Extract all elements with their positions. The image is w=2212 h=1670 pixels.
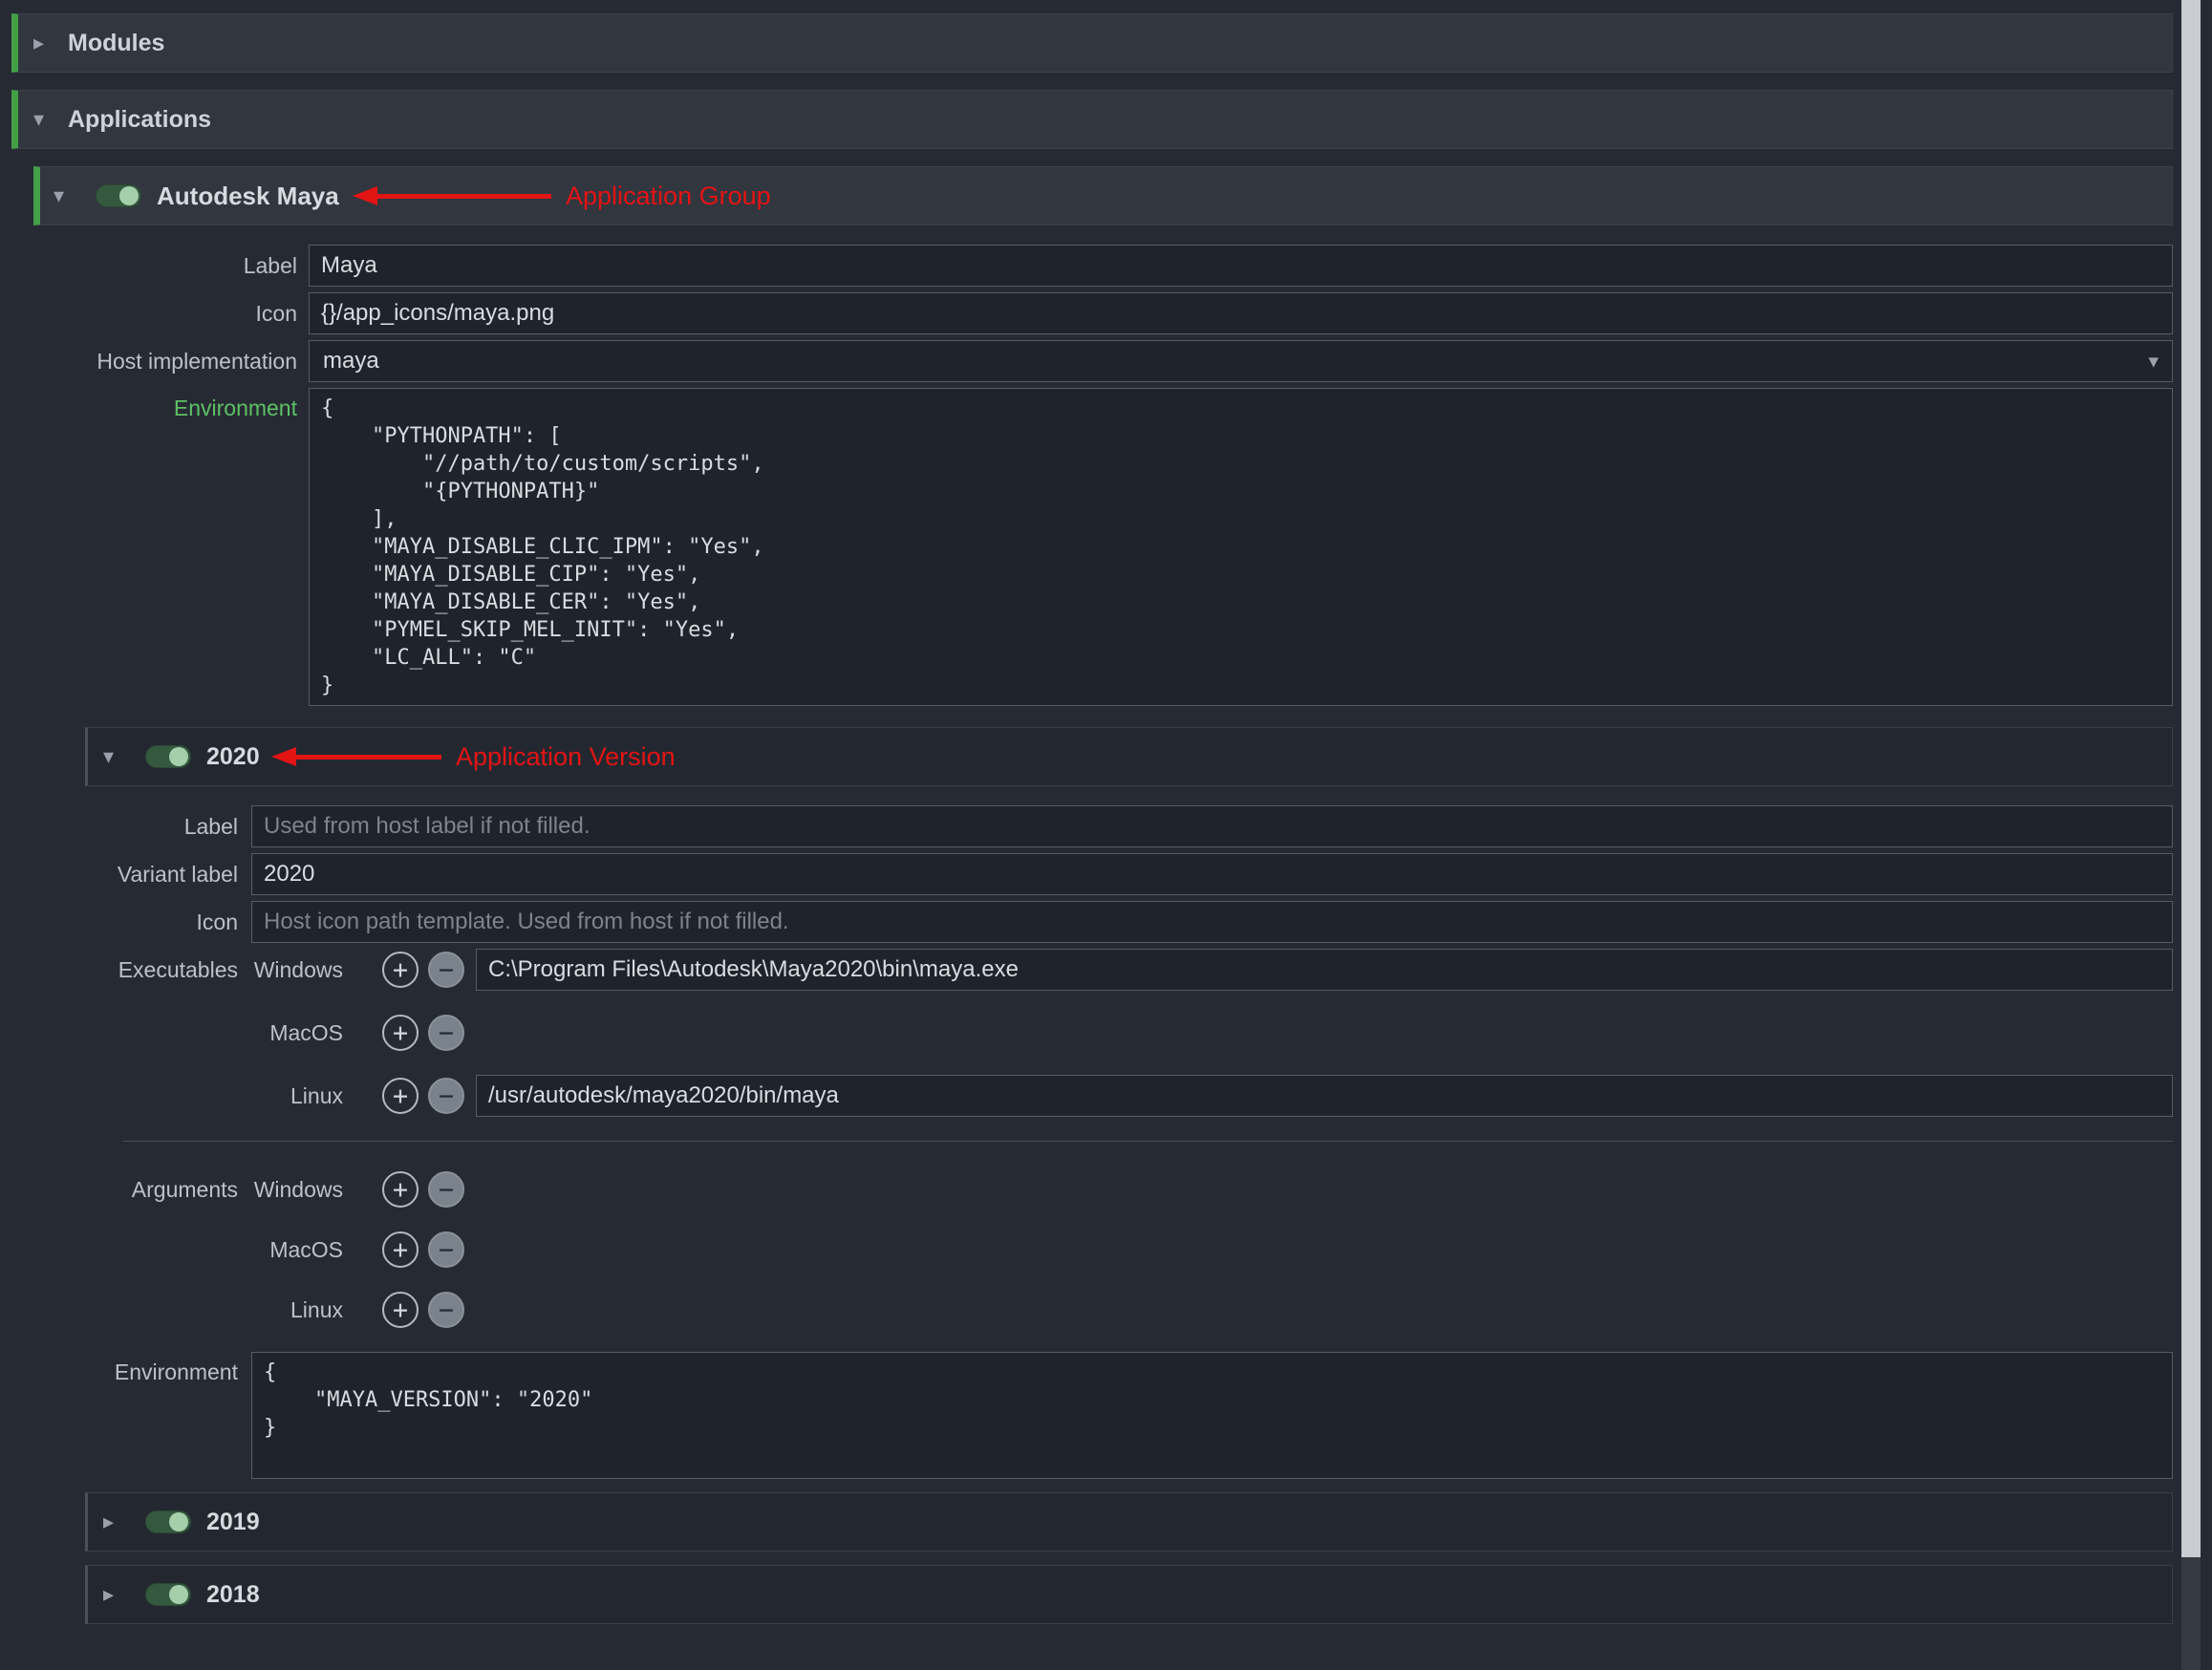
version-2020-enabled-toggle[interactable]: [145, 745, 191, 768]
maya-group-enabled-toggle[interactable]: [96, 184, 141, 207]
remove-item-button[interactable]: −: [428, 952, 464, 988]
remove-item-button[interactable]: −: [428, 1171, 464, 1208]
host-implementation-value: maya: [323, 348, 379, 375]
add-item-button[interactable]: +: [382, 1015, 419, 1051]
version-2020-header[interactable]: ▾ 2020 Application Version: [85, 727, 2173, 786]
arguments-windows-row: Arguments Windows + −: [85, 1171, 2173, 1208]
add-item-button[interactable]: +: [382, 1078, 419, 1114]
version-2020: ▾ 2020 Application Version Label Variant: [85, 727, 2173, 1479]
expand-icon: ▸: [103, 1509, 138, 1534]
version-label-input[interactable]: [251, 805, 2173, 847]
add-item-button[interactable]: +: [382, 1292, 419, 1328]
environment-input[interactable]: { "PYTHONPATH": [ "//path/to/custom/scri…: [309, 388, 2173, 706]
arguments-label: Arguments: [85, 1177, 238, 1203]
annotation-text: Application Version: [456, 742, 676, 772]
version-environment-label: Environment: [85, 1360, 238, 1385]
chevron-down-icon: ▾: [2148, 350, 2158, 374]
add-item-button[interactable]: +: [382, 1231, 419, 1268]
application-group-maya: ▾ Autodesk Maya Application Group Label …: [33, 166, 2173, 1624]
remove-item-button[interactable]: −: [428, 1078, 464, 1114]
platform-macos-label: MacOS: [251, 1020, 343, 1046]
platform-windows-label: Windows: [251, 957, 343, 983]
list-buttons: + −: [382, 1171, 464, 1208]
executables-label: Executables: [85, 957, 238, 983]
icon-input[interactable]: [309, 292, 2173, 334]
list-buttons: + −: [382, 1231, 464, 1268]
executables-windows-row: Executables Windows + −: [85, 949, 2173, 991]
version-2019-title: 2019: [206, 1509, 260, 1536]
version-2019: ▸ 2019: [85, 1492, 2173, 1552]
expand-icon: ▸: [103, 1582, 138, 1607]
platform-macos-label: MacOS: [251, 1237, 343, 1263]
red-arrow-icon: [377, 194, 551, 199]
version-environment-row: Environment { "MAYA_VERSION": "2020" }: [85, 1352, 2173, 1479]
collapse-icon: ▾: [33, 107, 68, 132]
label-input[interactable]: [309, 245, 2173, 287]
executable-windows-input[interactable]: [476, 949, 2173, 991]
platform-windows-label: Windows: [251, 1177, 343, 1203]
scrollbar: [2181, 0, 2201, 1670]
executable-linux-input[interactable]: [476, 1075, 2173, 1117]
arguments-macos-row: MacOS + −: [85, 1231, 2173, 1268]
add-item-button[interactable]: +: [382, 1171, 419, 1208]
list-buttons: + −: [382, 1015, 464, 1051]
version-2018-header[interactable]: ▸ 2018: [85, 1565, 2173, 1624]
host-implementation-label: Host implementation: [33, 349, 297, 375]
add-item-button[interactable]: +: [382, 952, 419, 988]
annotation-application-version: Application Version: [296, 728, 676, 785]
list-buttons: + −: [382, 1292, 464, 1328]
list-buttons: + −: [382, 1078, 464, 1114]
icon-field-label: Icon: [33, 301, 297, 327]
version-2018-enabled-toggle[interactable]: [145, 1583, 191, 1606]
maya-group-body: Label Icon Host implementation maya ▾ En…: [33, 245, 2173, 1624]
settings-page: ▸ Modules ▾ Applications ▾ Autodesk Maya…: [0, 0, 2212, 1670]
host-implementation-row: Host implementation maya ▾: [33, 340, 2173, 382]
variant-label-label: Variant label: [85, 862, 238, 888]
collapse-icon: ▾: [54, 183, 88, 208]
remove-item-button[interactable]: −: [428, 1231, 464, 1268]
executables-macos-row: MacOS + −: [85, 1015, 2173, 1051]
maya-group-header[interactable]: ▾ Autodesk Maya Application Group: [33, 166, 2173, 225]
scrollbar-thumb[interactable]: [2181, 0, 2201, 1557]
collapse-icon: ▾: [103, 744, 138, 769]
version-label-label: Label: [85, 814, 238, 840]
section-header-applications[interactable]: ▾ Applications: [11, 90, 2173, 149]
variant-label-input[interactable]: [251, 853, 2173, 895]
version-environment-input[interactable]: { "MAYA_VERSION": "2020" }: [251, 1352, 2173, 1479]
environment-label: Environment: [33, 396, 297, 421]
section-title-modules: Modules: [68, 30, 164, 57]
variant-label-row: Variant label: [85, 853, 2173, 895]
version-2019-enabled-toggle[interactable]: [145, 1510, 191, 1533]
remove-item-button[interactable]: −: [428, 1015, 464, 1051]
version-2018-title: 2018: [206, 1581, 260, 1609]
remove-item-button[interactable]: −: [428, 1292, 464, 1328]
executables-linux-row: Linux + −: [85, 1075, 2173, 1117]
version-2020-body: Label Variant label Icon Executables: [85, 805, 2173, 1479]
label-row: Label: [33, 245, 2173, 287]
list-buttons: + −: [382, 952, 464, 988]
version-2020-title: 2020: [206, 743, 260, 771]
version-label-row: Label: [85, 805, 2173, 847]
version-2019-header[interactable]: ▸ 2019: [85, 1492, 2173, 1552]
host-implementation-select[interactable]: maya ▾: [309, 340, 2173, 382]
section-title-applications: Applications: [68, 106, 211, 134]
annotation-application-group: Application Group: [377, 167, 771, 225]
expand-icon: ▸: [33, 31, 68, 55]
annotation-text: Application Group: [566, 182, 771, 211]
platform-linux-label: Linux: [251, 1083, 343, 1109]
section-header-modules[interactable]: ▸ Modules: [11, 13, 2173, 73]
label-field-label: Label: [33, 253, 297, 279]
environment-row: Environment { "PYTHONPATH": [ "//path/to…: [33, 388, 2173, 706]
version-icon-row: Icon: [85, 901, 2173, 943]
platform-linux-label: Linux: [251, 1297, 343, 1323]
arguments-linux-row: Linux + −: [85, 1292, 2173, 1328]
divider: [123, 1141, 2173, 1142]
version-2018: ▸ 2018: [85, 1565, 2173, 1624]
maya-group-title: Autodesk Maya: [157, 182, 339, 211]
red-arrow-icon: [296, 755, 441, 760]
version-icon-label: Icon: [85, 910, 238, 935]
icon-row: Icon: [33, 292, 2173, 334]
version-icon-input[interactable]: [251, 901, 2173, 943]
